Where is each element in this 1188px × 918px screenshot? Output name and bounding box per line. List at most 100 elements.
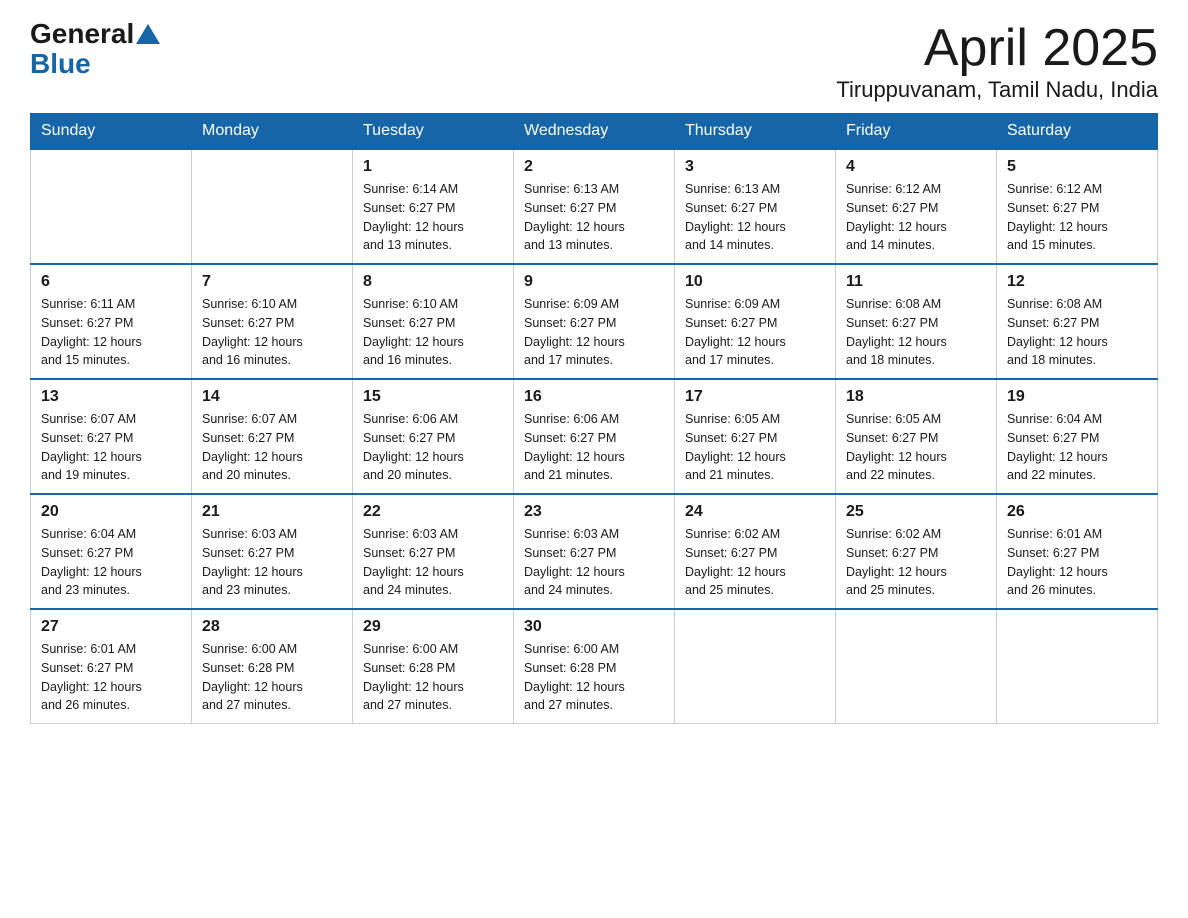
day-number: 19: [1007, 388, 1147, 406]
month-title: April 2025: [836, 20, 1158, 77]
day-number: 20: [41, 503, 181, 521]
day-number: 30: [524, 618, 664, 636]
header-cell-tuesday: Tuesday: [353, 114, 514, 150]
header-cell-friday: Friday: [836, 114, 997, 150]
header-cell-sunday: Sunday: [31, 114, 192, 150]
day-info: Sunrise: 6:01 AM Sunset: 6:27 PM Dayligh…: [41, 640, 181, 715]
day-info: Sunrise: 6:07 AM Sunset: 6:27 PM Dayligh…: [202, 410, 342, 485]
day-info: Sunrise: 6:11 AM Sunset: 6:27 PM Dayligh…: [41, 295, 181, 370]
day-info: Sunrise: 6:04 AM Sunset: 6:27 PM Dayligh…: [41, 525, 181, 600]
day-number: 14: [202, 388, 342, 406]
header-row: SundayMondayTuesdayWednesdayThursdayFrid…: [31, 114, 1158, 150]
day-cell: 29Sunrise: 6:00 AM Sunset: 6:28 PM Dayli…: [353, 609, 514, 724]
day-cell: 28 Sunrise: 6:00 AM Sunset: 6:28 PM Dayli…: [192, 609, 353, 724]
day-info: Sunrise: 6:10 AM Sunset: 6:27 PM Dayligh…: [363, 295, 503, 370]
day-number: 2: [524, 158, 664, 176]
day-cell: 13Sunrise: 6:07 AM Sunset: 6:27 PM Dayli…: [31, 379, 192, 494]
day-number: 7: [202, 273, 342, 291]
day-info: Sunrise: 6:09 AM Sunset: 6:27 PM Dayligh…: [524, 295, 664, 370]
header-cell-thursday: Thursday: [675, 114, 836, 150]
day-info: Sunrise: 6:00 AM Sunset: 6:28 PM Dayligh…: [363, 640, 503, 715]
day-number: 23: [524, 503, 664, 521]
day-info: Sunrise: 6:03 AM Sunset: 6:27 PM Dayligh…: [524, 525, 664, 600]
day-info: Sunrise: 6:09 AM Sunset: 6:27 PM Dayligh…: [685, 295, 825, 370]
day-cell: [997, 609, 1158, 724]
day-number: 17: [685, 388, 825, 406]
logo: General Blue: [30, 20, 162, 80]
day-info: Sunrise: 6:00 AM Sunset: 6:28 PM Dayligh…: [202, 640, 342, 715]
day-cell: [836, 609, 997, 724]
day-cell: 1 Sunrise: 6:14 AM Sunset: 6:27 PM Daylig…: [353, 149, 514, 264]
day-info: Sunrise: 6:06 AM Sunset: 6:27 PM Dayligh…: [363, 410, 503, 485]
day-info: Sunrise: 6:02 AM Sunset: 6:27 PM Dayligh…: [846, 525, 986, 600]
day-cell: 27 Sunrise: 6:01 AM Sunset: 6:27 PM Dayli…: [31, 609, 192, 724]
page-header: General Blue April 2025 Tiruppuvanam, Ta…: [30, 20, 1158, 103]
day-number: 21: [202, 503, 342, 521]
day-number: 27: [41, 618, 181, 636]
day-cell: 15 Sunrise: 6:06 AM Sunset: 6:27 PM Dayli…: [353, 379, 514, 494]
location-title: Tiruppuvanam, Tamil Nadu, India: [836, 77, 1158, 103]
day-info: Sunrise: 6:13 AM Sunset: 6:27 PM Dayligh…: [685, 180, 825, 255]
header-cell-monday: Monday: [192, 114, 353, 150]
day-cell: 30 Sunrise: 6:00 AM Sunset: 6:28 PM Dayli…: [514, 609, 675, 724]
day-info: Sunrise: 6:04 AM Sunset: 6:27 PM Dayligh…: [1007, 410, 1147, 485]
day-info: Sunrise: 6:02 AM Sunset: 6:27 PM Dayligh…: [685, 525, 825, 600]
day-number: 1: [363, 158, 503, 176]
calendar-body: 1 Sunrise: 6:14 AM Sunset: 6:27 PM Daylig…: [31, 149, 1158, 724]
day-info: Sunrise: 6:10 AM Sunset: 6:27 PM Dayligh…: [202, 295, 342, 370]
logo-triangle-icon: [136, 24, 160, 44]
day-cell: 14 Sunrise: 6:07 AM Sunset: 6:27 PM Dayli…: [192, 379, 353, 494]
title-section: April 2025 Tiruppuvanam, Tamil Nadu, Ind…: [836, 20, 1158, 103]
day-cell: 6 Sunrise: 6:11 AM Sunset: 6:27 PM Daylig…: [31, 264, 192, 379]
day-number: 9: [524, 273, 664, 291]
day-number: 12: [1007, 273, 1147, 291]
day-cell: 7 Sunrise: 6:10 AM Sunset: 6:27 PM Daylig…: [192, 264, 353, 379]
day-number: 25: [846, 503, 986, 521]
week-row-1: 1 Sunrise: 6:14 AM Sunset: 6:27 PM Daylig…: [31, 149, 1158, 264]
day-info: Sunrise: 6:08 AM Sunset: 6:27 PM Dayligh…: [846, 295, 986, 370]
calendar-header: SundayMondayTuesdayWednesdayThursdayFrid…: [31, 114, 1158, 150]
day-number: 4: [846, 158, 986, 176]
day-info: Sunrise: 6:06 AM Sunset: 6:27 PM Dayligh…: [524, 410, 664, 485]
day-cell: 21 Sunrise: 6:03 AM Sunset: 6:27 PM Dayli…: [192, 494, 353, 609]
week-row-5: 27 Sunrise: 6:01 AM Sunset: 6:27 PM Dayli…: [31, 609, 1158, 724]
day-info: Sunrise: 6:14 AM Sunset: 6:27 PM Dayligh…: [363, 180, 503, 255]
day-number: 11: [846, 273, 986, 291]
header-cell-wednesday: Wednesday: [514, 114, 675, 150]
day-info: Sunrise: 6:12 AM Sunset: 6:27 PM Dayligh…: [846, 180, 986, 255]
day-cell: 10 Sunrise: 6:09 AM Sunset: 6:27 PM Dayli…: [675, 264, 836, 379]
day-cell: 20 Sunrise: 6:04 AM Sunset: 6:27 PM Dayli…: [31, 494, 192, 609]
day-number: 6: [41, 273, 181, 291]
day-number: 10: [685, 273, 825, 291]
day-cell: 18Sunrise: 6:05 AM Sunset: 6:27 PM Dayli…: [836, 379, 997, 494]
header-cell-saturday: Saturday: [997, 114, 1158, 150]
day-cell: [192, 149, 353, 264]
day-number: 26: [1007, 503, 1147, 521]
day-number: 28: [202, 618, 342, 636]
day-cell: 4 Sunrise: 6:12 AM Sunset: 6:27 PM Daylig…: [836, 149, 997, 264]
day-number: 15: [363, 388, 503, 406]
day-cell: 19 Sunrise: 6:04 AM Sunset: 6:27 PM Dayli…: [997, 379, 1158, 494]
logo-general-text: General: [30, 20, 134, 48]
day-cell: 23 Sunrise: 6:03 AM Sunset: 6:27 PM Dayli…: [514, 494, 675, 609]
logo-blue-text: Blue: [30, 48, 91, 80]
calendar-table: SundayMondayTuesdayWednesdayThursdayFrid…: [30, 113, 1158, 724]
day-number: 5: [1007, 158, 1147, 176]
day-cell: 9 Sunrise: 6:09 AM Sunset: 6:27 PM Daylig…: [514, 264, 675, 379]
day-info: Sunrise: 6:05 AM Sunset: 6:27 PM Dayligh…: [685, 410, 825, 485]
day-info: Sunrise: 6:07 AM Sunset: 6:27 PM Dayligh…: [41, 410, 181, 485]
day-cell: 17 Sunrise: 6:05 AM Sunset: 6:27 PM Dayli…: [675, 379, 836, 494]
day-number: 22: [363, 503, 503, 521]
day-cell: 25 Sunrise: 6:02 AM Sunset: 6:27 PM Dayli…: [836, 494, 997, 609]
week-row-2: 6 Sunrise: 6:11 AM Sunset: 6:27 PM Daylig…: [31, 264, 1158, 379]
day-info: Sunrise: 6:00 AM Sunset: 6:28 PM Dayligh…: [524, 640, 664, 715]
day-number: 16: [524, 388, 664, 406]
day-cell: 12Sunrise: 6:08 AM Sunset: 6:27 PM Dayli…: [997, 264, 1158, 379]
day-cell: [31, 149, 192, 264]
week-row-3: 13Sunrise: 6:07 AM Sunset: 6:27 PM Dayli…: [31, 379, 1158, 494]
day-number: 8: [363, 273, 503, 291]
day-cell: 5Sunrise: 6:12 AM Sunset: 6:27 PM Daylig…: [997, 149, 1158, 264]
day-cell: 2Sunrise: 6:13 AM Sunset: 6:27 PM Daylig…: [514, 149, 675, 264]
day-info: Sunrise: 6:03 AM Sunset: 6:27 PM Dayligh…: [202, 525, 342, 600]
day-cell: 11 Sunrise: 6:08 AM Sunset: 6:27 PM Dayli…: [836, 264, 997, 379]
